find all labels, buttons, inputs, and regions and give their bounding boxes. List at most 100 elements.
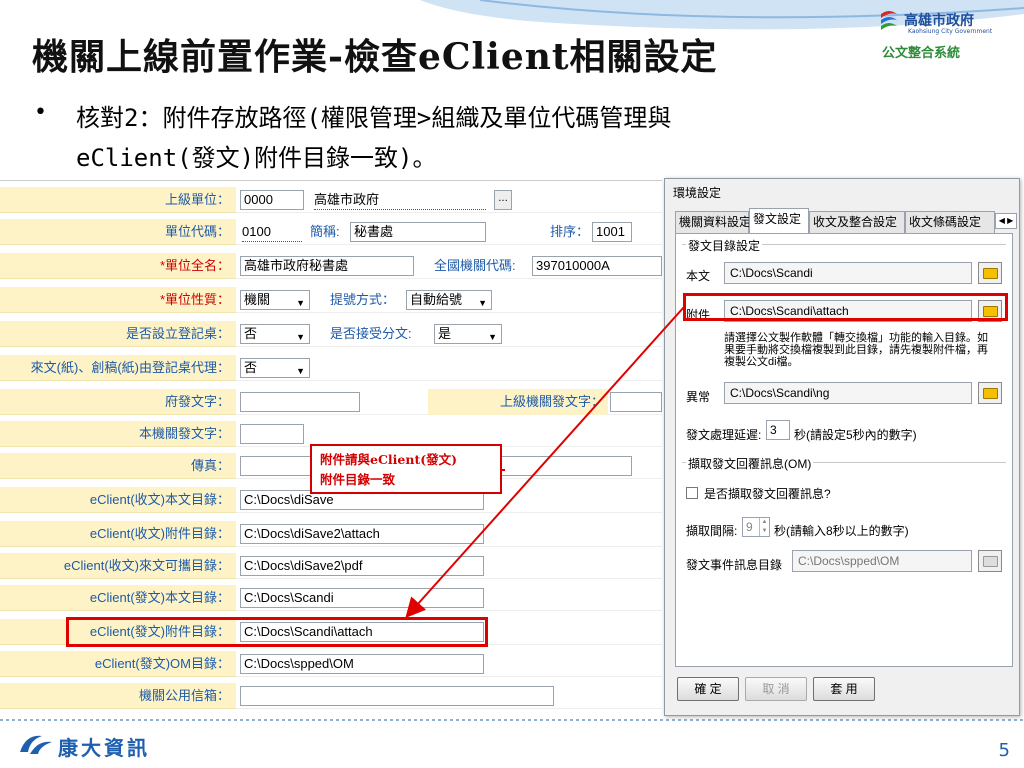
order-field[interactable]: 1001: [592, 222, 632, 242]
folder-icon: [983, 556, 998, 567]
folder-icon: [983, 268, 998, 279]
full-name-label: *單位全名：: [159, 258, 230, 273]
short-name-label: 簡稱:: [310, 224, 340, 239]
form-row-gov-send: 府發文字： 上級機關發文字：: [0, 389, 662, 415]
order-label: 排序：: [550, 224, 590, 239]
dialog-title: 環境設定: [673, 186, 722, 200]
apply-button[interactable]: 套 用: [813, 677, 875, 701]
unit-type-label: *單位性質：: [159, 292, 230, 307]
logo-city-name: 高雄市政府: [904, 13, 974, 29]
highlight-send-attach-row: [66, 617, 488, 647]
conversion-note: 請選擇公文製作軟體「轉交換檔」功能的輸入目錄。如果要手動將交換檔複製到此目錄，請…: [724, 332, 988, 368]
error-dir-label: 異常: [686, 390, 711, 404]
parent-unit-picker-button[interactable]: ...: [494, 190, 512, 210]
parent-unit-label: 上級單位：: [0, 187, 236, 213]
interval-stepper[interactable]: 9 ▲ ▼: [742, 517, 770, 537]
body-dir-field[interactable]: C:\Docs\Scandi: [724, 262, 972, 284]
event-dir-field[interactable]: C:\Docs\spped\OM: [792, 550, 972, 572]
logo-system-name: 公文整合系統: [882, 46, 961, 61]
bullet-text-line2: eClient(發文)附件目錄一致)。: [76, 144, 437, 172]
chevron-down-icon: ▼: [296, 332, 305, 342]
send-om-label: eClient(發文)OM目錄：: [0, 651, 236, 677]
chevron-down-icon: ▼: [478, 298, 487, 308]
short-name-field[interactable]: 秘書處: [350, 222, 486, 242]
tab-scroll-arrows-icon[interactable]: ◀ ▶: [995, 213, 1017, 229]
environment-settings-dialog: 環境設定 機關資料設定 發文設定 收文及整合設定 收文條碼設定 ◀ ▶ 發文目錄…: [664, 178, 1020, 716]
event-dir-folder-button[interactable]: [978, 550, 1002, 572]
parent-unit-code-field[interactable]: 0000: [240, 190, 304, 210]
body-dir-label: 本文: [686, 269, 711, 283]
tab-receive-integration[interactable]: 收文及整合設定: [809, 211, 905, 233]
own-send-field[interactable]: [240, 424, 304, 444]
upper-send-label: 上級機關發文字：: [428, 389, 608, 415]
annotation-callout: 附件請與eClient(發文) 附件目錄一致: [310, 444, 502, 494]
stepper-arrows-icon[interactable]: ▲ ▼: [759, 518, 769, 536]
national-code-label: 全國機關代碼:: [434, 258, 516, 273]
numbering-label: 提號方式：: [330, 292, 396, 307]
ok-button[interactable]: 確 定: [677, 677, 739, 701]
send-body-label: eClient(發文)本文目錄：: [0, 585, 236, 611]
tab-agency-data[interactable]: 機關資料設定: [675, 211, 751, 233]
fetch-om-label: 是否擷取發文回覆訊息?: [704, 487, 831, 501]
unit-type-select[interactable]: 機關 ▼: [240, 290, 310, 310]
chevron-down-icon: ▼: [488, 332, 497, 342]
logo-city-name-en: Kaohsiung City Government: [908, 28, 993, 35]
full-name-field[interactable]: 高雄市政府秘書處: [240, 256, 414, 276]
slide-title: 機關上線前置作業-檢查eClient相關設定: [32, 36, 718, 78]
recv-attach-label: eClient(收文)附件目錄：: [0, 521, 236, 547]
own-send-label: 本機關發文字：: [0, 421, 236, 447]
gov-send-field[interactable]: [240, 392, 360, 412]
delay-label: 發文處理延遲:: [686, 428, 762, 442]
proxy-label: 來文(紙)、創稿(紙)由登記桌代理：: [0, 355, 236, 381]
footer-decoration: [0, 719, 1024, 721]
form-row-recv-attach: eClient(收文)附件目錄： C:\Docs\diSave2\attach: [0, 521, 662, 547]
company-name: 康大資訊: [58, 736, 150, 760]
kaohsiung-logo: 高雄市政府 Kaohsiung City Government 公文整合系統: [878, 6, 1008, 64]
bullet-dot: •: [34, 100, 47, 125]
chevron-down-icon: ▼: [296, 366, 305, 376]
error-dir-folder-button[interactable]: [978, 382, 1002, 404]
numbering-select[interactable]: 自動給號 ▼: [406, 290, 492, 310]
national-code-field[interactable]: 397010000A: [532, 256, 662, 276]
accept-public-select[interactable]: 是 ▼: [434, 324, 502, 344]
delay-input[interactable]: 3: [766, 420, 790, 440]
folder-icon: [983, 388, 998, 399]
delay-unit-text: 秒(請設定5秒內的數字): [794, 428, 917, 442]
send-body-field[interactable]: C:\Docs\Scandi: [240, 588, 484, 608]
kangda-logo-icon: [20, 735, 52, 754]
reg-desk-select[interactable]: 否 ▼: [240, 324, 310, 344]
event-dir-label: 發文事件訊息目錄: [686, 558, 783, 572]
callout-line1: 附件請與eClient(發文): [320, 452, 458, 467]
form-row-parent-unit: 上級單位： 0000 高雄市政府 ...: [0, 187, 662, 213]
form-row-reg-desk: 是否設立登記桌： 否 ▼ 是否接受分文: 是 ▼: [0, 321, 662, 347]
unit-code-value: 0100: [242, 222, 302, 242]
tab-receive-barcode[interactable]: 收文條碼設定: [905, 211, 995, 233]
fetch-om-checkbox[interactable]: [686, 487, 698, 499]
accept-public-label: 是否接受分文:: [330, 326, 412, 341]
callout-line2: 附件目錄一致: [320, 472, 396, 487]
fax-label: 傳真：: [0, 453, 236, 479]
error-dir-field[interactable]: C:\Docs\Scandi\ng: [724, 382, 972, 404]
form-row-send-body: eClient(發文)本文目錄： C:\Docs\Scandi: [0, 585, 662, 611]
gov-send-label: 府發文字：: [0, 389, 236, 415]
tab-send-settings[interactable]: 發文設定: [749, 208, 809, 233]
chevron-down-icon: ▼: [296, 298, 305, 308]
recv-body-label: eClient(收文)本文目錄：: [0, 487, 236, 513]
public-mail-label: 機關公用信箱：: [0, 683, 236, 709]
reg-desk-label: 是否設立登記桌：: [0, 321, 236, 347]
unit-code-label: 單位代碼：: [0, 219, 236, 245]
send-om-field[interactable]: C:\Docs\spped\OM: [240, 654, 484, 674]
bullet-text-line1: 核對2：附件存放路徑(權限管理>組織及單位代碼管理與: [76, 104, 672, 132]
group-om-title: 擷取發文回覆訊息(OM): [686, 455, 814, 472]
interval-label: 擷取間隔:: [686, 524, 738, 538]
cancel-button[interactable]: 取 消: [745, 677, 807, 701]
highlight-dialog-attach-row: [683, 293, 1008, 321]
public-mail-field[interactable]: [240, 686, 554, 706]
recv-attach-field[interactable]: C:\Docs\diSave2\attach: [240, 524, 484, 544]
proxy-select[interactable]: 否 ▼: [240, 358, 310, 378]
recv-portable-field[interactable]: C:\Docs\diSave2\pdf: [240, 556, 484, 576]
body-dir-folder-button[interactable]: [978, 262, 1002, 284]
upper-send-field[interactable]: [610, 392, 662, 412]
recv-portable-label: eClient(收文)來文可攜目錄：: [0, 553, 236, 579]
page-number: 5: [998, 740, 1010, 761]
